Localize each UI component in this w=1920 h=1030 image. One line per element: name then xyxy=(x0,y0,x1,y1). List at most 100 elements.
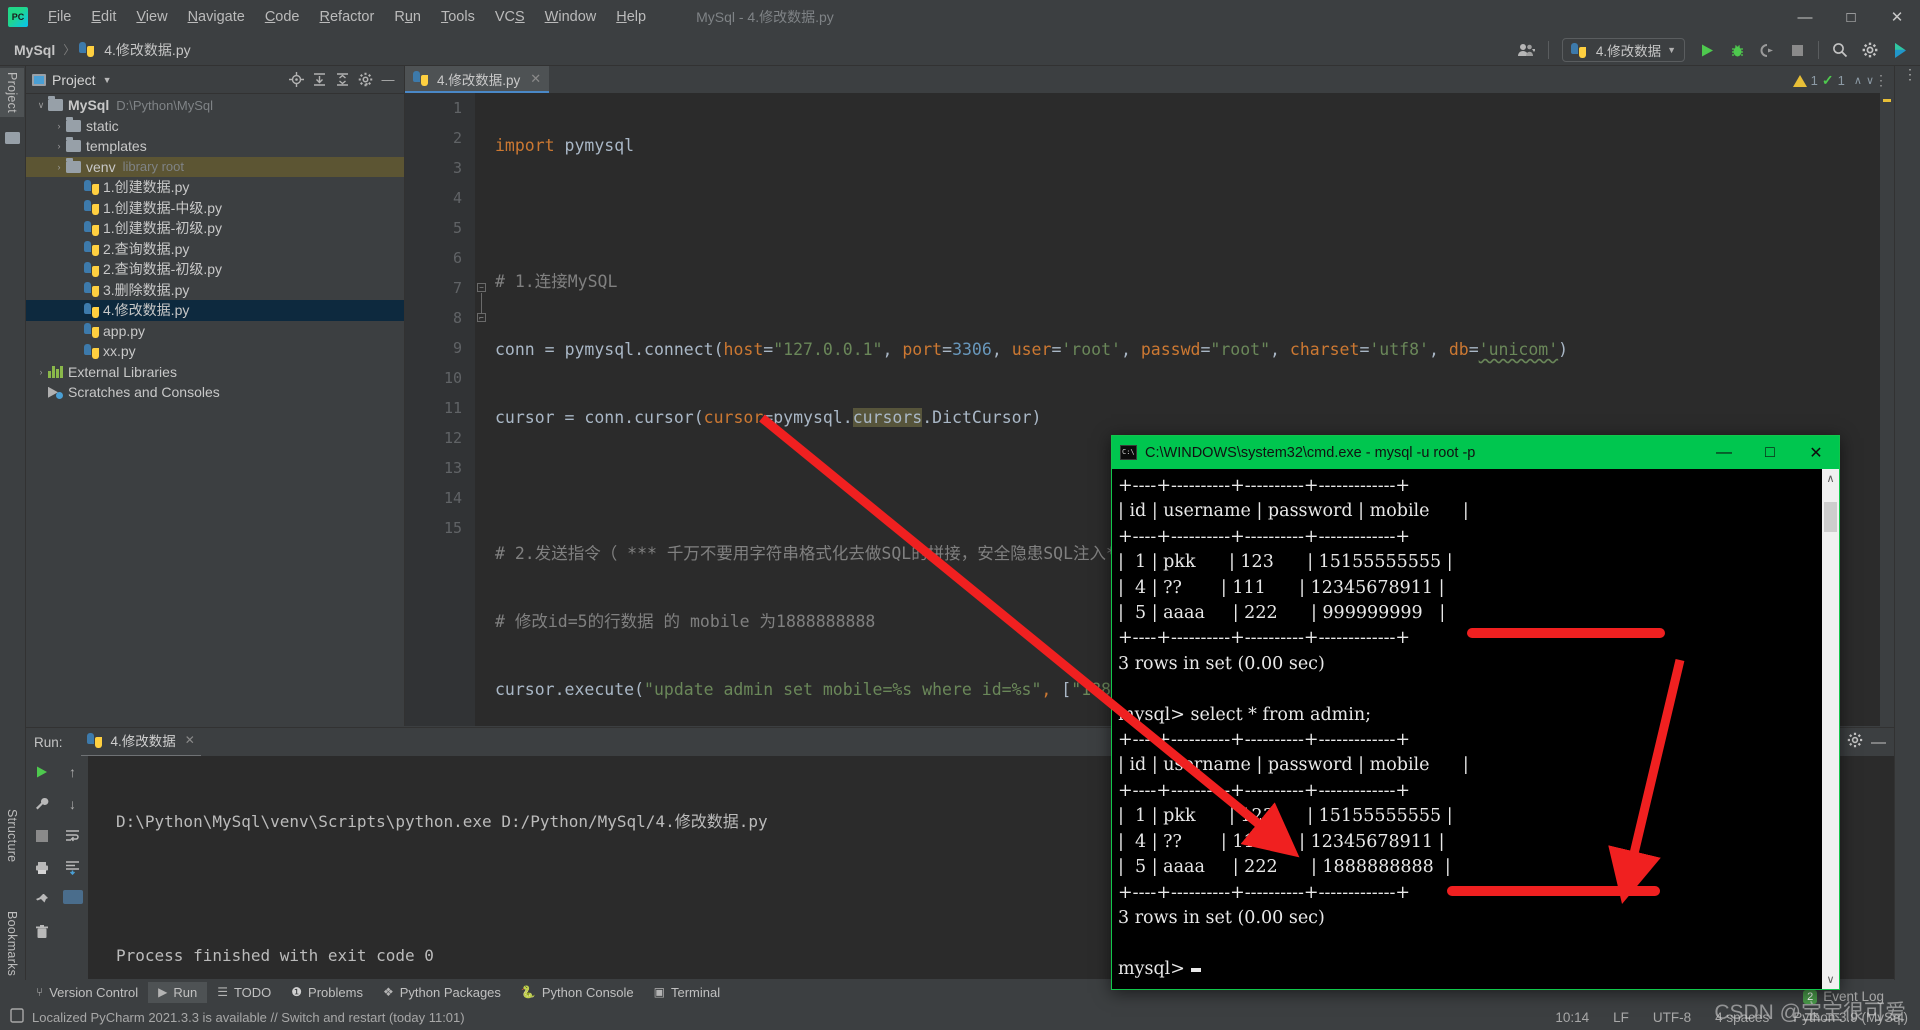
more-options-icon[interactable]: ⋮ xyxy=(1903,67,1917,81)
tree-item-11[interactable]: app.py xyxy=(26,321,404,342)
close-icon[interactable]: ✕ xyxy=(530,71,541,87)
editor-scrollbar[interactable] xyxy=(1880,93,1894,726)
settings-icon[interactable] xyxy=(1856,37,1884,63)
warning-marker[interactable] xyxy=(1883,99,1891,102)
tree-item-12[interactable]: xx.py xyxy=(26,341,404,362)
stop-icon[interactable] xyxy=(35,826,48,845)
close-button[interactable]: ✕ xyxy=(1874,0,1920,34)
menu-edit[interactable]: Edit xyxy=(81,5,126,29)
project-folder-icon[interactable] xyxy=(5,132,20,144)
run-icon[interactable] xyxy=(1693,37,1721,63)
tree-item-7[interactable]: 2.查询数据.py xyxy=(26,239,404,260)
chevron-down-icon[interactable]: ∨ xyxy=(1866,74,1874,87)
coverage-icon[interactable] xyxy=(1753,37,1781,63)
bottom-tab-python-packages[interactable]: ❖ Python Packages xyxy=(373,982,511,1003)
scroll-up-icon[interactable]: ↑ xyxy=(69,762,76,781)
chevron-icon[interactable]: › xyxy=(52,141,66,151)
tree-item-10[interactable]: 4.修改数据.py xyxy=(26,300,404,321)
fold-marker-8[interactable]: ⌐ xyxy=(477,313,486,322)
indent-setting[interactable]: 4 spaces xyxy=(1715,1010,1769,1025)
pin-icon[interactable] xyxy=(35,890,49,909)
menu-window[interactable]: Window xyxy=(535,5,607,29)
menu-view[interactable]: View xyxy=(126,5,177,29)
menu-code[interactable]: Code xyxy=(255,5,310,29)
bottom-tab-todo[interactable]: ☰ TODO xyxy=(207,982,281,1003)
chevron-icon[interactable]: › xyxy=(34,367,48,377)
menu-vcs[interactable]: VCS xyxy=(485,5,535,29)
editor-tab-active[interactable]: 4.修改数据.py ✕ xyxy=(405,66,550,93)
tree-item-13[interactable]: › External Libraries xyxy=(26,362,404,383)
file-encoding[interactable]: UTF-8 xyxy=(1653,1010,1691,1025)
tree-item-14[interactable]: Scratches and Consoles xyxy=(26,382,404,403)
chevron-icon[interactable]: ∨ xyxy=(34,100,48,111)
scroll-to-end-icon[interactable] xyxy=(65,858,80,877)
account-icon[interactable] xyxy=(1513,37,1541,63)
menu-tools[interactable]: Tools xyxy=(431,5,485,29)
inspection-status[interactable]: 1 ✓ 1 ∧ ∨ xyxy=(1792,72,1874,89)
hide-panel-icon[interactable]: — xyxy=(378,70,398,90)
chevron-down-icon[interactable]: ▼ xyxy=(103,75,112,85)
debug-icon[interactable] xyxy=(1723,37,1751,63)
soft-wrap-icon[interactable] xyxy=(65,826,80,845)
bottom-tab-terminal[interactable]: ▣ Terminal xyxy=(644,982,730,1003)
more-options-icon[interactable]: ⋮ xyxy=(1874,73,1888,87)
breadcrumb-project[interactable]: MySql xyxy=(10,42,59,58)
sidebar-item-project[interactable]: Project xyxy=(0,68,24,118)
code-folding-gutter[interactable]: − ⌐ xyxy=(475,93,489,726)
search-icon[interactable] xyxy=(1826,37,1854,63)
run-tab[interactable]: 4.修改数据 ✕ xyxy=(80,727,201,757)
bottom-tab-version-control[interactable]: ⑂ Version Control xyxy=(26,982,148,1003)
menu-help[interactable]: Help xyxy=(606,5,656,29)
rerun-icon[interactable] xyxy=(35,762,49,781)
run-configuration-selector[interactable]: 4.修改数据 ▼ xyxy=(1561,38,1685,62)
cmd-maximize-button[interactable]: □ xyxy=(1747,436,1793,469)
cmd-scrollbar[interactable]: ∧ ∨ xyxy=(1822,469,1839,989)
python-interpreter[interactable]: Python 3.9 (MySql) xyxy=(1793,1010,1908,1025)
updates-icon[interactable] xyxy=(1886,37,1914,63)
menu-refactor[interactable]: Refactor xyxy=(310,5,385,29)
chevron-icon[interactable]: › xyxy=(52,121,66,131)
menu-navigate[interactable]: Navigate xyxy=(178,5,255,29)
hide-panel-icon[interactable]: — xyxy=(1871,734,1886,751)
print-icon[interactable] xyxy=(35,858,49,877)
stop-icon[interactable] xyxy=(1783,37,1811,63)
close-icon[interactable]: ✕ xyxy=(185,733,195,747)
tree-item-4[interactable]: 1.创建数据.py xyxy=(26,177,404,198)
event-log-button[interactable]: 2 Event Log xyxy=(1803,989,1884,1004)
tree-item-6[interactable]: 1.创建数据-初级.py xyxy=(26,218,404,239)
tree-item-8[interactable]: 2.查询数据-初级.py xyxy=(26,259,404,280)
scroll-down-icon[interactable]: ∨ xyxy=(1826,970,1834,989)
tree-item-1[interactable]: › static xyxy=(26,116,404,137)
console-toggle-icon[interactable] xyxy=(62,890,83,904)
project-tree[interactable]: ∨ MySql D:\Python\MySql › static › templates › v… xyxy=(26,95,404,726)
settings-wrench-icon[interactable] xyxy=(35,794,49,813)
gear-icon[interactable] xyxy=(1847,732,1863,753)
menu-file[interactable]: File xyxy=(38,5,81,29)
locate-icon[interactable] xyxy=(286,70,306,90)
cmd-console-output[interactable]: +----+----------+----------+------------… xyxy=(1112,469,1839,989)
line-separator[interactable]: LF xyxy=(1613,1010,1629,1025)
cmd-close-button[interactable]: ✕ xyxy=(1793,436,1839,469)
menu-run[interactable]: Run xyxy=(384,5,431,29)
scrollbar-thumb[interactable] xyxy=(1824,502,1837,532)
caret-position[interactable]: 10:14 xyxy=(1555,1010,1589,1025)
gear-icon[interactable] xyxy=(355,70,375,90)
tree-item-2[interactable]: › templates xyxy=(26,136,404,157)
chevron-up-icon[interactable]: ∧ xyxy=(1854,74,1862,87)
scroll-down-icon[interactable]: ↓ xyxy=(69,794,76,813)
sidebar-item-bookmarks[interactable]: Bookmarks xyxy=(0,907,24,980)
sidebar-item-structure[interactable]: Structure xyxy=(0,805,24,866)
fold-marker-7[interactable]: − xyxy=(477,283,486,292)
tree-item-5[interactable]: 1.创建数据-中级.py xyxy=(26,198,404,219)
scroll-up-icon[interactable]: ∧ xyxy=(1826,469,1834,488)
tree-item-3[interactable]: › venv library root xyxy=(26,156,404,177)
bottom-tab-python-console[interactable]: 🐍 Python Console xyxy=(511,982,644,1003)
cmd-minimize-button[interactable]: — xyxy=(1701,436,1747,469)
bottom-tab-run[interactable]: ▶ Run xyxy=(148,981,208,1003)
cmd-window[interactable]: C:\WINDOWS\system32\cmd.exe - mysql -u r… xyxy=(1111,435,1840,990)
expand-all-icon[interactable] xyxy=(309,70,329,90)
minimize-button[interactable]: — xyxy=(1782,0,1828,34)
bottom-tab-problems[interactable]: ❶ Problems xyxy=(281,982,373,1003)
breadcrumb-file[interactable]: 4.修改数据.py xyxy=(100,40,194,60)
trash-icon[interactable] xyxy=(35,922,49,941)
